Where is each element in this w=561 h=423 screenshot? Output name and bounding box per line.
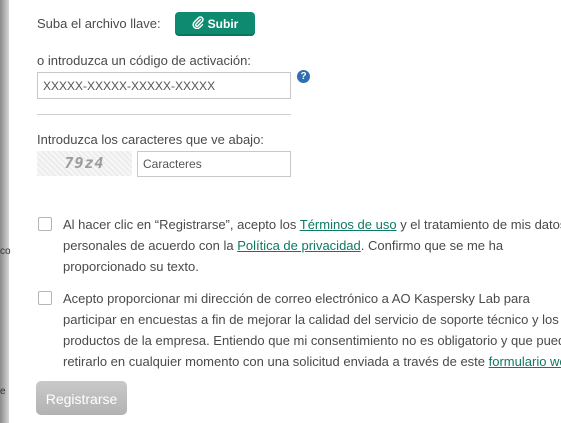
captcha-image-text: 79z4 [64, 154, 105, 172]
web-form-link[interactable]: formulario web [489, 354, 561, 369]
left-background-strip: co e [0, 0, 11, 423]
paperclip-icon [192, 13, 204, 37]
activation-code-input[interactable] [37, 72, 291, 99]
captcha-input[interactable] [137, 151, 291, 177]
help-icon[interactable]: ? [297, 70, 310, 83]
terms-consent-text-part: Al hacer clic en “Registrarse”, acepto l… [63, 217, 300, 232]
privacy-policy-link[interactable]: Política de privacidad [237, 238, 361, 253]
activation-code-label: o introduzca un código de activación: [37, 53, 251, 68]
captcha-image: 79z4 [37, 151, 132, 176]
register-button[interactable]: Registrarse [36, 381, 127, 415]
captcha-label: Introduzca los caracteres que ve abajo: [37, 132, 264, 147]
terms-consent-checkbox[interactable] [38, 217, 52, 231]
background-text-fragment: e [0, 386, 6, 397]
upload-button-label: Subir [207, 17, 239, 31]
terms-consent-text: Al hacer clic en “Registrarse”, acepto l… [63, 214, 561, 277]
email-consent-text: Acepto proporcionar mi dirección de corr… [63, 288, 561, 372]
upload-button[interactable]: Subir [175, 12, 255, 36]
upload-label: Suba el archivo llave: [37, 16, 161, 31]
email-consent-text-part: Acepto proporcionar mi dirección de corr… [63, 291, 561, 369]
background-text-fragment: co [0, 246, 11, 257]
email-consent-checkbox[interactable] [38, 291, 52, 305]
terms-of-use-link[interactable]: Términos de uso [300, 217, 397, 232]
section-divider [37, 114, 291, 115]
